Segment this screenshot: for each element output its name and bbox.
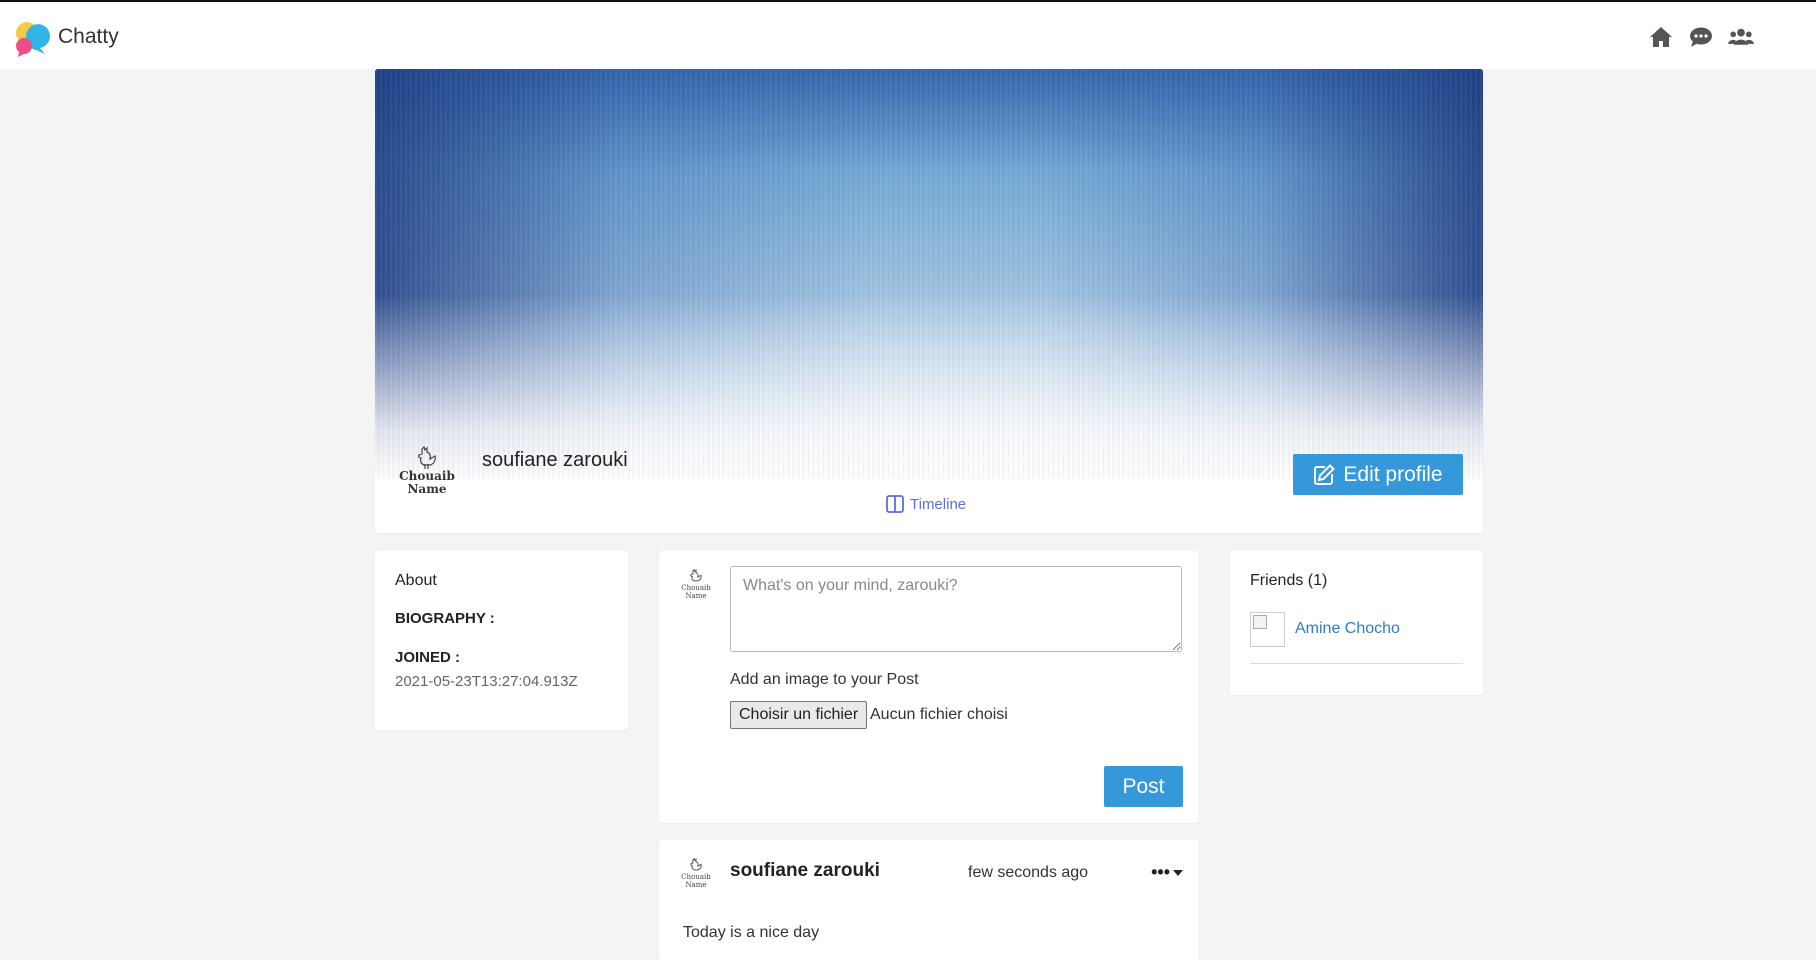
users-icon[interactable] bbox=[1728, 24, 1754, 50]
post-avatar: Chouaib Name bbox=[679, 858, 713, 892]
tab-timeline[interactable]: Timeline bbox=[886, 495, 966, 513]
composer-avatar-caption: Chouaib Name bbox=[681, 584, 710, 600]
joined-value: 2021-05-23T13:27:04.913Z bbox=[395, 673, 578, 690]
choose-file-button[interactable]: Choisir un fichier bbox=[730, 701, 868, 729]
edit-icon bbox=[1314, 463, 1336, 485]
edit-profile-label: Edit profile bbox=[1343, 462, 1443, 486]
composer-avatar-line-1: Chouaib bbox=[681, 584, 711, 592]
tab-timeline-label: Timeline bbox=[910, 495, 967, 513]
post-card: Chouaib Name soufiane zarouki few second… bbox=[659, 840, 1199, 960]
top-navbar: Chatty bbox=[0, 0, 1816, 69]
about-card: About BIOGRAPHY : JOINED : 2021-05-23T13… bbox=[375, 551, 628, 730]
biography-label: BIOGRAPHY : bbox=[395, 610, 495, 627]
ellipsis-icon: ••• bbox=[1151, 862, 1170, 882]
friend-item[interactable]: Amine Chocho bbox=[1250, 612, 1463, 664]
chat-icon[interactable] bbox=[1688, 24, 1714, 50]
post-time: few seconds ago bbox=[968, 864, 1089, 881]
post-author[interactable]: soufiane zarouki bbox=[730, 860, 880, 882]
post-options-button[interactable]: ••• bbox=[1151, 862, 1183, 883]
post-avatar-line-2: Name bbox=[685, 881, 707, 889]
add-image-label: Add an image to your Post bbox=[730, 671, 919, 688]
app-name: Chatty bbox=[58, 25, 119, 48]
profile-header-card: Chouaib Name soufiane zarouki Edit profi… bbox=[375, 69, 1483, 533]
chatty-logo-icon bbox=[12, 16, 54, 58]
composer-avatar: Chouaib Name bbox=[679, 569, 713, 603]
about-title: About bbox=[395, 572, 437, 589]
edit-profile-button[interactable]: Edit profile bbox=[1293, 454, 1463, 495]
post-button[interactable]: Post bbox=[1104, 766, 1183, 807]
caret-down-icon bbox=[1173, 869, 1183, 876]
file-status: Aucun fichier choisi bbox=[870, 706, 1008, 723]
profile-name: soufiane zarouki bbox=[482, 449, 628, 471]
post-text: Today is a nice day bbox=[683, 924, 820, 941]
joined-label: JOINED : bbox=[395, 649, 461, 666]
avatar-caption: Chouaib Name bbox=[399, 470, 455, 496]
friends-title: Friends (1) bbox=[1250, 572, 1328, 589]
profile-avatar: Chouaib Name bbox=[399, 440, 455, 496]
brand[interactable]: Chatty bbox=[12, 16, 119, 58]
friend-avatar bbox=[1250, 612, 1285, 647]
post-composer: Chouaib Name Add an image to your Post C… bbox=[659, 551, 1199, 823]
post-avatar-caption: Chouaib Name bbox=[681, 873, 710, 889]
post-avatar-line-1: Chouaib bbox=[681, 873, 711, 881]
composer-avatar-line-2: Name bbox=[685, 592, 707, 600]
columns-icon bbox=[886, 495, 904, 513]
avatar-line-2: Name bbox=[407, 482, 447, 496]
friends-card: Friends (1) Amine Chocho bbox=[1230, 551, 1483, 695]
home-icon[interactable] bbox=[1648, 24, 1674, 50]
rooster-icon bbox=[418, 446, 436, 469]
nav-icons bbox=[1648, 24, 1754, 50]
rooster-icon bbox=[690, 569, 702, 582]
cover-image bbox=[375, 69, 1483, 479]
rooster-icon bbox=[690, 858, 702, 871]
friend-name-link[interactable]: Amine Chocho bbox=[1295, 620, 1400, 638]
post-input[interactable] bbox=[730, 566, 1182, 652]
